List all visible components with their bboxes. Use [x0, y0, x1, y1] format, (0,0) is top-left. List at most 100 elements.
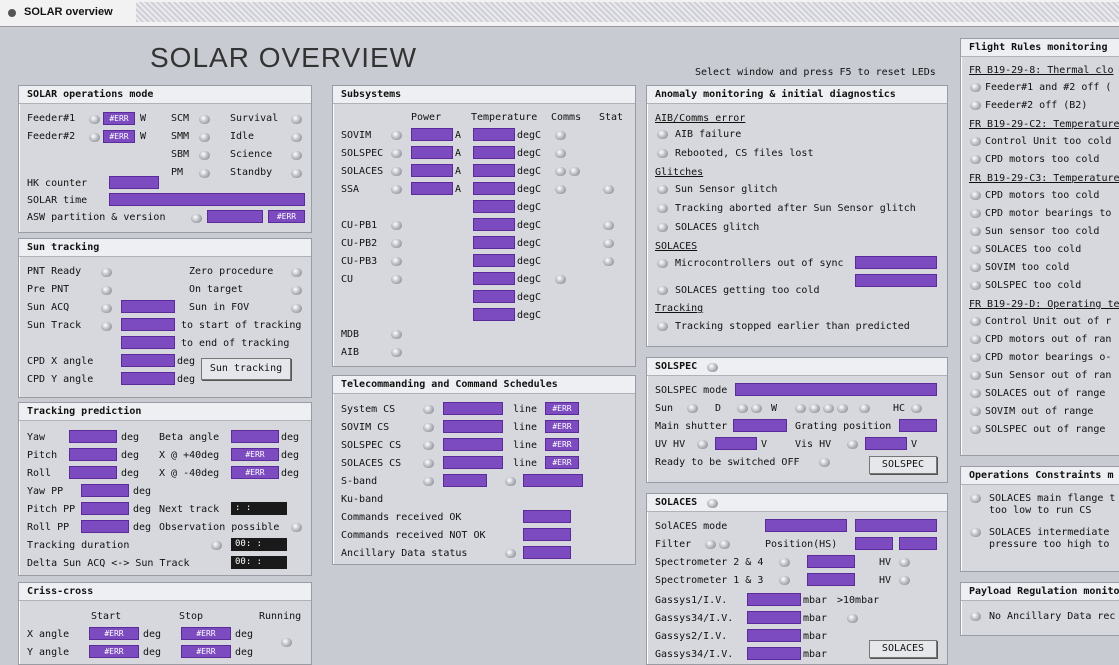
vis-hv-led	[847, 440, 858, 449]
solaces-panel: SOLACES SolACES mode Filter Position(HS)…	[646, 493, 948, 665]
hc-label: HC	[893, 403, 906, 414]
sun-tracking-button[interactable]: Sun tracking	[201, 358, 291, 380]
solaces-status-led	[707, 499, 718, 508]
extra-temperature	[473, 200, 515, 213]
tracking-duration-value: 00: :	[231, 538, 287, 551]
reset-hint: Select window and press F5 to reset LEDs	[695, 67, 936, 78]
cu-led	[391, 275, 402, 284]
spectrometer-24-hv-label: HV	[879, 557, 892, 568]
fr-led	[970, 191, 981, 200]
sun-acq-value	[121, 300, 175, 313]
main-shutter-label: Main shutter	[655, 421, 728, 432]
solaces-glitch-label: SOLACES glitch	[675, 222, 760, 233]
power-unit: A	[455, 184, 462, 195]
pitch-value	[69, 448, 117, 461]
page-title: SOLAR OVERVIEW	[150, 42, 418, 73]
cu-pb3-stat-led	[603, 257, 614, 266]
fr-item: SOLACES too cold	[985, 244, 1082, 255]
feeder2-led	[89, 133, 100, 142]
solspec-button[interactable]: SOLSPEC	[869, 456, 937, 474]
solar-time-value	[109, 193, 305, 206]
pr-item: No Ancillary Data rec	[989, 611, 1116, 622]
to-start-label: to start of tracking	[181, 320, 302, 331]
solaces-glitch-led	[657, 223, 668, 232]
anomaly-panel: Anomaly monitoring & initial diagnostics…	[646, 85, 948, 347]
running-led	[281, 638, 292, 647]
microcontrollers-label: Microcontrollers out of sync	[675, 258, 844, 269]
solaces-button[interactable]: SOLACES	[869, 640, 937, 658]
yaw-unit: deg	[121, 432, 140, 443]
commands-not-ok-value	[523, 528, 571, 541]
gassys34-unit: mbar	[803, 613, 828, 624]
sun-acq-led	[101, 304, 112, 313]
fr-heading-c3: FR B19-29-C3: Temperature	[969, 173, 1119, 184]
temperature-unit: degC	[517, 256, 542, 267]
solspec-status-led	[707, 363, 718, 372]
oc-led	[970, 494, 981, 503]
fr-heading-thermal: FR B19-29-8: Thermal clo	[969, 65, 1114, 76]
oc-item-line2: pressure too high to	[989, 539, 1110, 550]
yaw-pp-unit: deg	[133, 486, 152, 497]
solspec-led	[391, 149, 402, 158]
gassys2-label: Gassys2/I.V.	[655, 631, 728, 642]
tracking-aborted-label: Tracking aborted after Sun Sensor glitch	[675, 203, 916, 214]
solaces-cs-line: #ERR	[545, 456, 579, 469]
sun-track-label: Sun Track	[27, 320, 82, 331]
sun-label: Sun	[655, 403, 674, 414]
pr-led	[970, 612, 981, 621]
subsystems-panel: Subsystems Power Temperature Comms Stat …	[332, 85, 636, 367]
cu-pb3-temperature	[473, 254, 515, 267]
telecommanding-panel: Telecommanding and Command Schedules Sys…	[332, 375, 636, 565]
tracking-aborted-led	[657, 204, 668, 213]
fr-led	[970, 245, 981, 254]
pre-pnt-led	[101, 286, 112, 295]
feeder2-label: Feeder#2	[27, 131, 76, 142]
solaces-label: SOLACES	[341, 166, 384, 177]
titlebar-drag-area[interactable]	[136, 2, 1119, 22]
x-start-unit: deg	[143, 629, 162, 640]
panel-title: SOLAR operations mode	[19, 86, 311, 104]
mdb-label: MDB	[341, 329, 360, 340]
pitch-pp-unit: deg	[133, 504, 152, 515]
gassys1-label: Gassys1/I.V.	[655, 595, 728, 606]
next-track-value: : :	[231, 502, 287, 515]
microcontrollers-value-2	[855, 274, 937, 287]
system-cs-value	[443, 402, 503, 415]
solaces-cold-label: SOLACES getting too cold	[675, 285, 820, 296]
panel-title: Anomaly monitoring & initial diagnostics	[647, 86, 947, 104]
x-plus40-label: X @ +40deg	[159, 450, 220, 461]
temperature-unit: degC	[517, 292, 542, 303]
temperature-unit: degC	[517, 238, 542, 249]
beta-angle-value	[231, 430, 279, 443]
solaces-mode-value-2	[855, 519, 937, 532]
mode-survival-led	[291, 115, 302, 124]
sovim-cs-value	[443, 420, 503, 433]
fr-item: CPD motors too cold	[985, 154, 1100, 165]
cu-comms-led	[555, 275, 566, 284]
gassys34-value	[747, 611, 801, 624]
temperature-unit: degC	[517, 202, 542, 213]
mode-pm-label: PM	[171, 167, 184, 178]
cu-pb2-label: CU-PB2	[341, 238, 378, 249]
position-value-2	[899, 537, 937, 550]
window-title: SOLAR overview	[24, 6, 113, 18]
sovim-temperature	[473, 128, 515, 141]
feeder1-unit: W	[140, 113, 147, 124]
pre-pnt-label: Pre PNT	[27, 284, 70, 295]
ssa-label: SSA	[341, 184, 360, 195]
fr-item: SOLSPEC out of range	[985, 424, 1106, 435]
s-band-label: S-band	[341, 476, 378, 487]
over-10mbar-label: >10mbar	[837, 595, 880, 606]
zero-procedure-label: Zero procedure	[189, 266, 274, 277]
fr-led	[970, 101, 981, 110]
ready-off-label: Ready to be switched OFF	[655, 457, 800, 468]
x-minus40-value: #ERR	[231, 466, 279, 479]
delta-value: 00: :	[231, 556, 287, 569]
w-label: W	[771, 403, 778, 414]
sovim-cs-led	[423, 423, 434, 432]
zero-procedure-led	[291, 268, 302, 277]
beta-angle-label: Beta angle	[159, 432, 220, 443]
roll-pp-unit: deg	[133, 522, 152, 533]
yaw-label: Yaw	[27, 432, 46, 443]
fr-led	[970, 317, 981, 326]
